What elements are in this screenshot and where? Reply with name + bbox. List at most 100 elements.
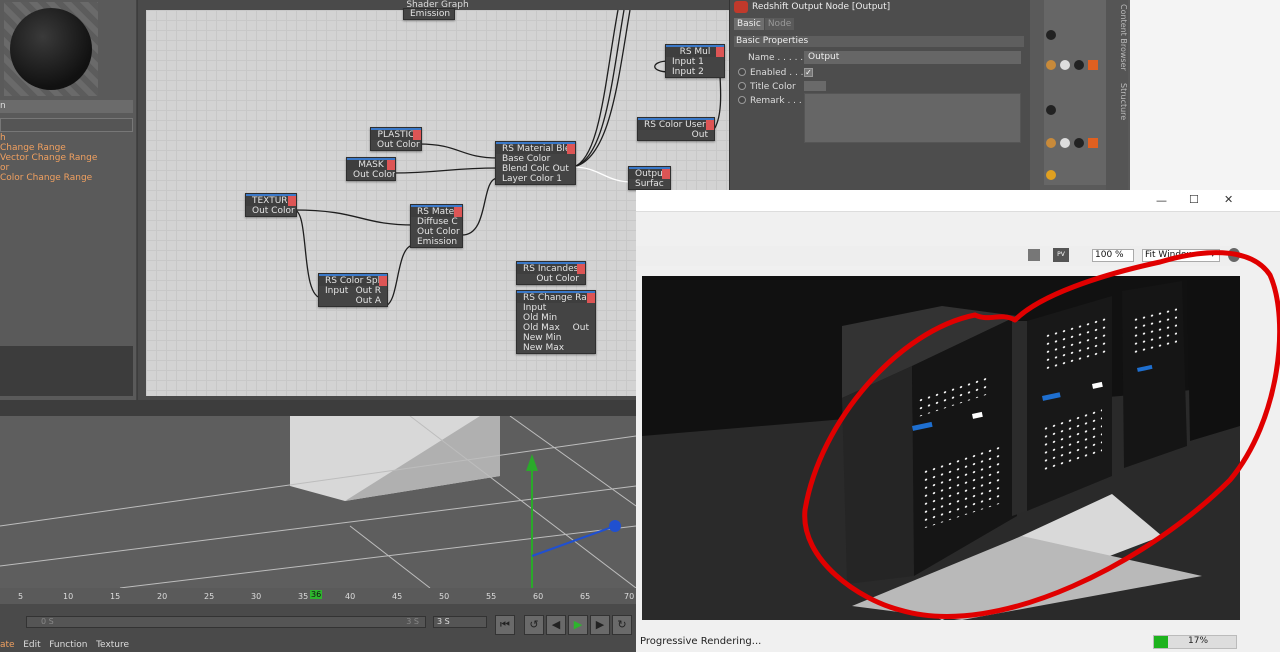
top-node-fragment[interactable]: Emission — [403, 8, 455, 20]
port-input[interactable]: Input — [319, 286, 359, 296]
node-list[interactable]: h Change Range Vector Change Range or Co… — [0, 133, 133, 183]
render-toolbar: PV 100 % Fit Window ▼ — [636, 246, 1240, 266]
list-item[interactable]: or — [0, 163, 133, 173]
menu-item-function[interactable]: Function — [49, 640, 87, 650]
remark-textarea[interactable] — [804, 93, 1021, 143]
enabled-checkbox[interactable]: ✓ — [804, 68, 813, 77]
pv-icon[interactable]: PV — [1053, 248, 1069, 262]
animate-radio[interactable] — [738, 82, 746, 90]
tab-basic[interactable]: Basic — [734, 18, 764, 30]
port-new-min[interactable]: New Min — [517, 333, 595, 343]
node-mask[interactable]: MASK Out Color — [346, 157, 396, 181]
prev-key-button[interactable]: ↺ — [524, 615, 544, 635]
port-out-color[interactable]: Out Color — [371, 140, 421, 150]
close-button[interactable]: ✕ — [1224, 193, 1233, 206]
tag-column — [1044, 0, 1109, 185]
current-frame-marker[interactable]: 36 — [310, 590, 323, 599]
node-color-user-data[interactable]: RS Color User Dat Out — [637, 117, 715, 141]
port-new-max[interactable]: New Max — [517, 343, 595, 353]
port-emission[interactable]: Emission — [411, 237, 462, 247]
warning-icon[interactable] — [1088, 60, 1098, 70]
tag-icon[interactable] — [1046, 60, 1056, 70]
menu-item-texture[interactable]: Texture — [96, 640, 129, 650]
port-layer-color-1[interactable]: Layer Color 1 — [496, 174, 575, 184]
node-rs-material[interactable]: RS Materia Diffuse C Out Color Emission — [410, 204, 463, 248]
menu-item-edit[interactable]: Edit — [23, 640, 40, 650]
port-out-color[interactable]: Out Color — [517, 274, 585, 284]
add-icon[interactable] — [1028, 249, 1040, 261]
port-surface[interactable]: Surfac — [629, 179, 670, 189]
node-color-splitter[interactable]: RS Color Splitte Out R Input Out A — [318, 273, 388, 307]
3d-viewport[interactable] — [0, 416, 636, 588]
animate-radio[interactable] — [738, 96, 746, 104]
list-item[interactable]: Change Range — [0, 143, 133, 153]
go-to-start-button[interactable]: ⏮ — [495, 615, 515, 635]
gear-icon[interactable] — [1228, 248, 1240, 262]
tag-icon[interactable] — [1046, 138, 1056, 148]
node-change-range[interactable]: RS Change Rang Input Old Min Old Max Out … — [516, 290, 596, 354]
tab-structure[interactable]: Structure — [1119, 83, 1128, 120]
time-range-slider[interactable]: 0 S 3 S — [26, 616, 426, 628]
redshift-node-icon — [734, 1, 748, 13]
render-image[interactable] — [642, 276, 1240, 620]
render-titlebar: — ☐ ✕ — [636, 190, 1280, 212]
render-status-bar: Progressive Rendering... 17% — [636, 632, 1240, 652]
node-output[interactable]: Output Surfac — [628, 166, 671, 190]
port-diffuse-color[interactable]: Diffuse C — [411, 217, 462, 227]
list-item[interactable]: Color Change Range — [0, 173, 133, 183]
end-frame-field[interactable]: 3 S — [433, 616, 487, 628]
node-title: MASK — [347, 158, 395, 170]
node-incandescent[interactable]: RS Incandescer Out Color — [516, 261, 586, 285]
tag-icon[interactable] — [1046, 30, 1056, 40]
title-color-swatch[interactable] — [804, 81, 826, 91]
desktop-background — [1130, 0, 1280, 190]
node-material-blender[interactable]: RS Material Blend Base Color Blend Colc … — [495, 141, 576, 185]
title-color-label: Title Color — [750, 82, 796, 92]
timeline-ruler[interactable]: 5 10 15 20 25 30 35 36 40 45 50 55 60 65… — [0, 588, 636, 604]
tab-content-browser[interactable]: Content Browser — [1119, 4, 1128, 71]
node-plastic[interactable]: PLASTIC Out Color — [370, 127, 422, 151]
step-forward-button[interactable]: ▶ — [590, 615, 610, 635]
port-input-1[interactable]: Input 1 — [666, 57, 724, 67]
port-base-color[interactable]: Base Color — [496, 154, 575, 164]
play-button[interactable]: ▶ — [568, 615, 588, 635]
remark-row: Remark . . . . . — [738, 95, 813, 107]
next-key-button[interactable]: ↻ — [612, 615, 632, 635]
material-icon[interactable] — [1074, 138, 1084, 148]
checker-icon[interactable] — [1060, 138, 1070, 148]
port-out-color[interactable]: Out Color — [347, 170, 395, 180]
tick-label: 50 — [439, 592, 450, 601]
animate-radio[interactable] — [738, 68, 746, 76]
list-item[interactable]: h — [0, 133, 133, 143]
minimize-button[interactable]: — — [1156, 194, 1167, 207]
port-blend-color-out[interactable]: Blend Colc Out — [496, 164, 575, 174]
port-input[interactable]: Input — [517, 303, 595, 313]
list-item[interactable]: Vector Change Range — [0, 153, 133, 163]
port-out-color[interactable]: Out Color — [411, 227, 462, 237]
node-texture[interactable]: TEXTURE Out Color — [245, 193, 297, 217]
fit-dropdown[interactable]: Fit Window — [1142, 249, 1220, 262]
tag-icon[interactable] — [1046, 105, 1056, 115]
port-out-a[interactable]: Out A — [319, 296, 387, 306]
menu-item[interactable]: ate — [0, 640, 15, 650]
maximize-button[interactable]: ☐ — [1189, 193, 1199, 206]
port-old-max-label: Old Max — [523, 323, 560, 333]
port-old-max[interactable]: Old Max Out — [517, 323, 595, 333]
port-out[interactable]: Out — [638, 130, 714, 140]
port-out-color[interactable]: Out Color — [246, 206, 296, 216]
name-field[interactable]: Output — [804, 51, 1021, 64]
port-emission: Emission — [410, 9, 451, 19]
port-out[interactable]: Out — [573, 323, 589, 333]
render-view-window: — ☐ ✕ PV 100 % Fit Window ▼ Progressive … — [636, 190, 1280, 652]
step-back-button[interactable]: ◀ — [546, 615, 566, 635]
warning-icon[interactable] — [1088, 138, 1098, 148]
title-color-row: Title Color — [738, 81, 796, 93]
material-icon[interactable] — [1074, 60, 1084, 70]
forbidden-icon[interactable] — [1046, 170, 1056, 180]
tab-node[interactable]: Node — [764, 18, 795, 30]
port-input-2[interactable]: Input 2 — [666, 67, 724, 77]
checker-icon[interactable] — [1060, 60, 1070, 70]
port-old-min[interactable]: Old Min — [517, 313, 595, 323]
zoom-field[interactable]: 100 % — [1092, 249, 1134, 262]
node-rs-mult[interactable]: RS Mul Input 1 Input 2 — [665, 44, 725, 78]
